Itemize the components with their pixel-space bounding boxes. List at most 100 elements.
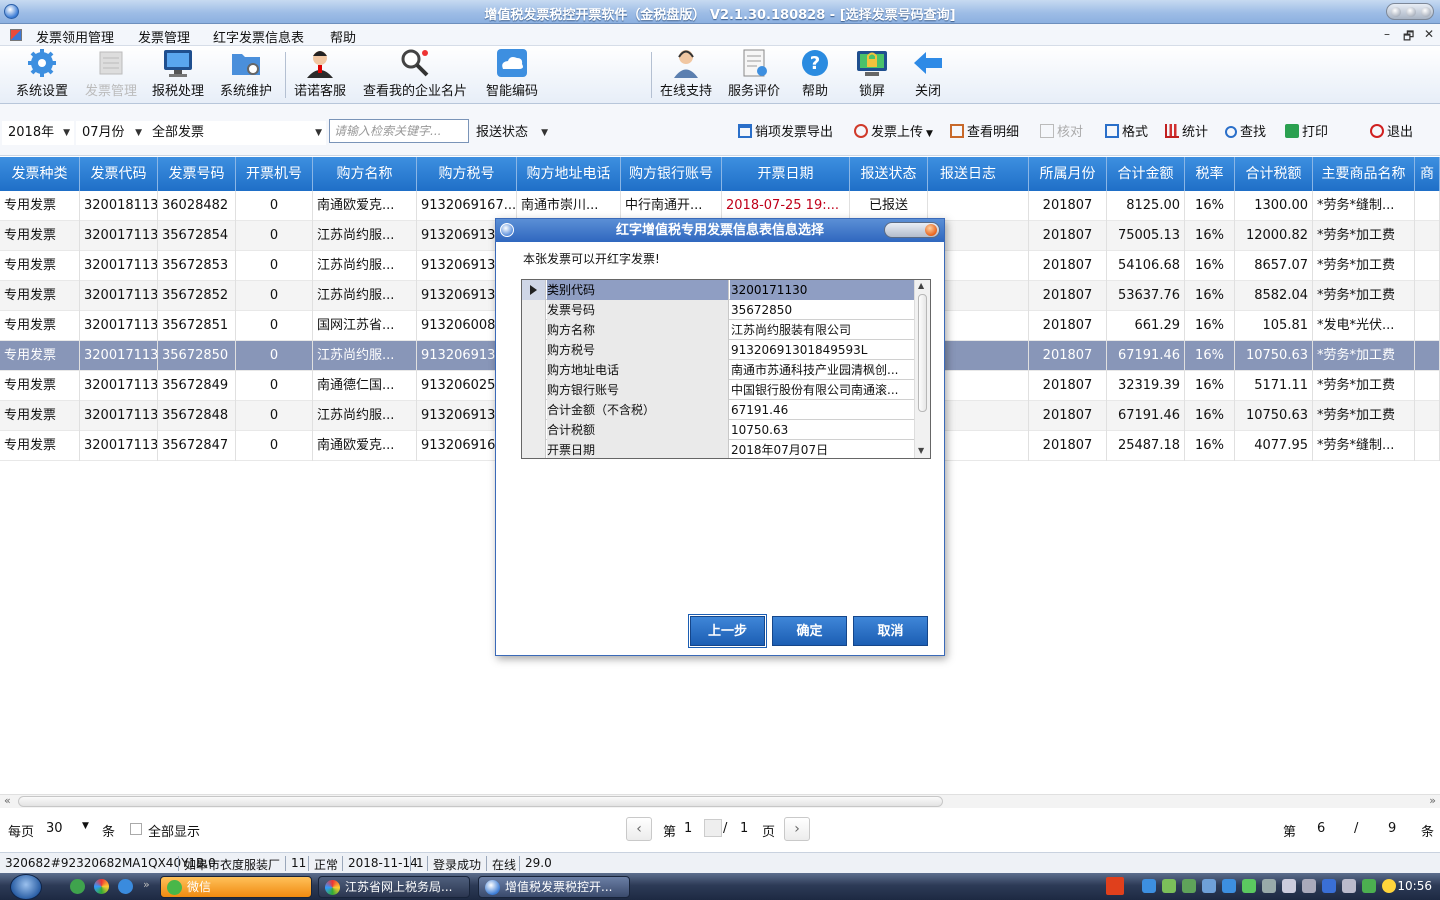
page-input[interactable]: 1: [684, 821, 692, 836]
sogou-ime-icon[interactable]: [1106, 877, 1124, 895]
window-controls[interactable]: [1386, 3, 1434, 20]
upload-button[interactable]: 发票上传 ▼: [854, 122, 933, 144]
detail-row[interactable]: 购方银行账号 中国银行股份有限公司南通滚...: [522, 380, 914, 400]
tray-icon[interactable]: [1342, 879, 1356, 893]
detail-row[interactable]: 购方名称 江苏尚约服装有限公司: [522, 320, 914, 340]
nuonuo-service-button[interactable]: 诺诺客服: [289, 48, 351, 102]
stats-button[interactable]: 统计: [1165, 122, 1208, 144]
detail-scrollbar[interactable]: ▲ ▼: [914, 280, 930, 458]
column-header[interactable]: 发票号码: [158, 157, 236, 191]
lock-screen-button[interactable]: 锁屏: [850, 48, 894, 102]
export-button[interactable]: 销项发票导出: [738, 122, 833, 144]
online-support-button[interactable]: 在线支持: [655, 48, 717, 102]
detail-row[interactable]: 合计金额（不含税） 67191.46: [522, 400, 914, 420]
help-button[interactable]: ? 帮助: [793, 48, 837, 102]
maximize-icon[interactable]: [1406, 7, 1416, 17]
page-spin[interactable]: [704, 819, 722, 837]
invoice-type-select[interactable]: 全部发票 ▼: [146, 121, 326, 145]
exit-button[interactable]: 退出: [1370, 122, 1413, 144]
scroll-right-icon[interactable]: »: [1429, 794, 1436, 807]
mdi-close-button[interactable]: ✕: [1424, 27, 1434, 41]
column-header[interactable]: 购方地址电话: [517, 157, 621, 191]
view-detail-button[interactable]: 查看明细: [950, 122, 1019, 144]
column-header[interactable]: 发票代码: [80, 157, 158, 191]
quick-launch-icon[interactable]: [70, 879, 85, 894]
mdi-minimize-button[interactable]: –: [1384, 27, 1390, 41]
scroll-thumb[interactable]: [18, 796, 943, 807]
company-card-button[interactable]: 查看我的企业名片: [356, 48, 474, 102]
tax-report-button[interactable]: 报税处理: [146, 48, 210, 102]
scroll-left-icon[interactable]: «: [4, 794, 11, 807]
column-header[interactable]: 合计金额: [1107, 157, 1185, 191]
detail-row[interactable]: 发票号码 35672850: [522, 300, 914, 320]
quick-launch-more-icon[interactable]: »: [143, 878, 150, 891]
detail-row[interactable]: 购方地址电话 南通市苏通科技产业园清枫创...: [522, 360, 914, 380]
service-rating-button[interactable]: 服务评价: [722, 48, 786, 102]
tray-icon[interactable]: [1302, 879, 1316, 893]
scroll-down-icon[interactable]: ▼: [918, 446, 924, 455]
prev-page-button[interactable]: ‹: [626, 817, 652, 841]
ie-icon[interactable]: [118, 879, 133, 894]
column-header[interactable]: 合计税额: [1235, 157, 1313, 191]
column-header[interactable]: 购方银行账号: [621, 157, 722, 191]
scroll-thumb[interactable]: [918, 294, 927, 412]
show-all-checkbox[interactable]: [130, 823, 142, 835]
column-header[interactable]: 开票日期: [722, 157, 850, 191]
shield-icon[interactable]: [1362, 879, 1376, 893]
tray-icon[interactable]: [1142, 879, 1156, 893]
task-invoice-software[interactable]: 增值税发票税控开...: [478, 876, 630, 898]
prev-step-button[interactable]: 上一步: [688, 614, 767, 648]
column-header[interactable]: 主要商品名称: [1313, 157, 1415, 191]
tray-icon[interactable]: [1322, 879, 1336, 893]
tray-icon[interactable]: [1202, 879, 1216, 893]
tray-icon[interactable]: [1222, 879, 1236, 893]
tray-icon[interactable]: [1262, 879, 1276, 893]
format-button[interactable]: 格式: [1105, 122, 1148, 144]
month-select[interactable]: 07月份 ▼: [76, 121, 146, 145]
tray-icon[interactable]: [1162, 879, 1176, 893]
column-header[interactable]: 发票种类: [0, 157, 80, 191]
table-row[interactable]: 专用发票3200181130360284820南通欧爱克...913206916…: [0, 191, 1440, 221]
task-tax-website[interactable]: 江苏省网上税务局...: [318, 876, 470, 898]
smart-coding-button[interactable]: 智能编码: [480, 48, 544, 102]
menu-help[interactable]: 帮助: [330, 27, 356, 46]
app-menu-icon[interactable]: [10, 29, 22, 41]
menu-red-invoice-info[interactable]: 红字发票信息表: [213, 27, 304, 46]
close-icon[interactable]: [925, 224, 937, 236]
confirm-button[interactable]: 确定: [772, 616, 847, 646]
system-maintenance-button[interactable]: 系统维护: [214, 48, 278, 102]
find-button[interactable]: 查找: [1225, 122, 1266, 144]
column-header[interactable]: 开票机号: [236, 157, 313, 191]
next-page-button[interactable]: ›: [784, 817, 810, 841]
system-settings-button[interactable]: 系统设置: [10, 48, 74, 102]
menu-invoice-manage[interactable]: 发票管理: [138, 27, 190, 46]
search-input[interactable]: 请输入检索关键字...: [329, 119, 469, 143]
column-header[interactable]: 报送日志: [928, 157, 1029, 191]
column-header[interactable]: 税率: [1185, 157, 1235, 191]
report-status-select[interactable]: 报送状态 ▼: [470, 121, 552, 145]
detail-row[interactable]: 购方税号 91320691301849593L: [522, 340, 914, 360]
menu-invoice-receive[interactable]: 发票领用管理: [36, 27, 114, 46]
per-page-select[interactable]: 30 ▼: [46, 821, 96, 836]
column-header[interactable]: 购方税号: [417, 157, 517, 191]
mdi-restore-button[interactable]: 🗗: [1403, 27, 1414, 48]
column-header[interactable]: 商: [1415, 157, 1440, 191]
tray-icon[interactable]: [1182, 879, 1196, 893]
detail-row[interactable]: 开票日期 2018年07月07日: [522, 440, 914, 458]
volume-icon[interactable]: [1382, 879, 1396, 893]
start-button[interactable]: [10, 874, 42, 900]
scroll-up-icon[interactable]: ▲: [918, 281, 924, 290]
cloud-tray-icon[interactable]: [1282, 879, 1296, 893]
print-button[interactable]: 打印: [1285, 122, 1328, 144]
year-select[interactable]: 2018年 ▼: [2, 121, 74, 145]
detail-row[interactable]: 类别代码 3200171130: [522, 280, 914, 300]
cancel-button[interactable]: 取消: [853, 616, 928, 646]
chrome-icon[interactable]: [94, 879, 109, 894]
column-header[interactable]: 报送状态: [850, 157, 928, 191]
task-wechat[interactable]: 微信: [160, 876, 312, 898]
minimize-icon[interactable]: [1391, 7, 1401, 17]
close-icon[interactable]: [1421, 7, 1431, 17]
column-header[interactable]: 所属月份: [1029, 157, 1107, 191]
horizontal-scrollbar[interactable]: « »: [0, 794, 1440, 808]
detail-row[interactable]: 合计税额 10750.63: [522, 420, 914, 440]
